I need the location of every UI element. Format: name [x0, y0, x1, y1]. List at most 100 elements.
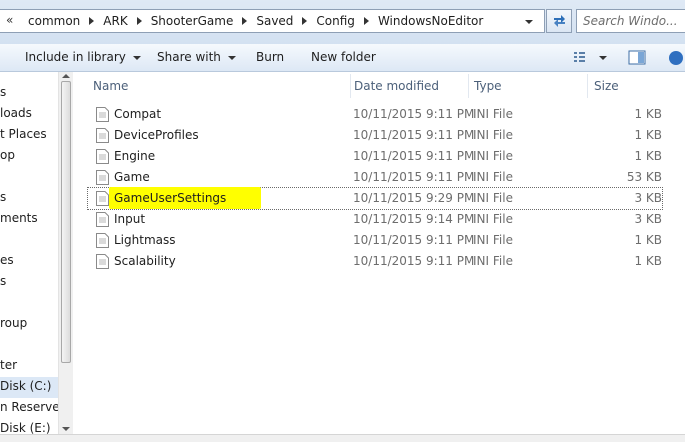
file-list: Name Date modified Type Size Compat 10/1…: [73, 72, 685, 434]
file-date-modified: 10/11/2015 9:11 PM: [353, 149, 475, 163]
ini-file-icon: [96, 128, 109, 143]
file-size: 3 KB: [634, 212, 662, 226]
file-name: DeviceProfiles: [114, 128, 199, 142]
nav-item-local-disk-e[interactable]: Disk (E:): [0, 421, 51, 434]
share-with-button[interactable]: Share with: [157, 50, 236, 64]
navigation-pane: s loads t Places op s ments es s roup te…: [0, 72, 58, 434]
file-date-modified: 10/11/2015 9:11 PM: [353, 233, 475, 247]
file-type: INI File: [473, 233, 513, 247]
nav-item-downloads[interactable]: loads: [0, 106, 32, 120]
file-date-modified: 10/11/2015 9:29 PM: [353, 191, 475, 205]
file-row[interactable]: Engine 10/11/2015 9:11 PM INI File 1 KB: [88, 146, 662, 167]
file-size: 1 KB: [634, 254, 662, 268]
breadcrumb-separator-icon[interactable]: [302, 17, 308, 25]
column-header-name[interactable]: Name: [88, 72, 350, 100]
file-size: 1 KB: [634, 128, 662, 142]
nav-scrollbar[interactable]: [58, 72, 73, 434]
breadcrumb-overflow-button[interactable]: «: [6, 13, 13, 27]
scroll-up-icon[interactable]: [62, 74, 70, 78]
file-date-modified: 10/11/2015 9:11 PM: [353, 107, 475, 121]
nav-item-documents[interactable]: ments: [0, 211, 38, 225]
file-type: INI File: [473, 149, 513, 163]
breadcrumb: common ARK ShooterGame Saved Config WindowsNo…: [28, 14, 483, 28]
ini-file-icon: [96, 149, 109, 164]
file-row-focused[interactable]: GameUserSettings 10/11/2015 9:29 PM INI …: [87, 187, 663, 210]
file-type: INI File: [473, 254, 513, 268]
chevron-down-icon: [132, 55, 141, 60]
address-bar-row: « common ARK ShooterGame Saved Config Windows…: [0, 0, 685, 44]
breadcrumb-separator-icon[interactable]: [89, 17, 95, 25]
ini-file-icon: [96, 107, 109, 122]
file-name: Engine: [114, 149, 156, 163]
include-in-library-button[interactable]: Include in library: [25, 50, 141, 64]
file-name: Scalability: [114, 254, 176, 268]
column-header-size-label: Size: [594, 79, 619, 93]
ini-file-icon: [96, 170, 109, 185]
new-folder-button[interactable]: New folder: [311, 50, 376, 64]
change-view-button[interactable]: [573, 50, 607, 67]
preview-pane-button[interactable]: [628, 50, 646, 68]
address-history-dropdown-icon[interactable]: [525, 20, 533, 24]
nav-item-desktop[interactable]: op: [0, 148, 15, 162]
include-in-library-label: Include in library: [25, 50, 126, 64]
nav-item-computer[interactable]: ter: [0, 358, 17, 372]
file-name: Compat: [114, 107, 162, 121]
file-size: 53 KB: [626, 170, 662, 184]
column-header-size[interactable]: Size: [588, 72, 678, 100]
file-size: 1 KB: [634, 107, 662, 121]
file-row[interactable]: Input 10/11/2015 9:14 PM INI File 3 KB: [88, 209, 662, 230]
file-size: 3 KB: [634, 191, 662, 205]
column-header-name-label: Name: [93, 79, 129, 93]
horizontal-scrollbar[interactable]: [0, 434, 685, 442]
view-options-icon: [574, 52, 607, 62]
breadcrumb-shootergame[interactable]: ShooterGame: [151, 14, 234, 28]
burn-button[interactable]: Burn: [256, 50, 284, 64]
column-header-type[interactable]: Type: [469, 72, 587, 100]
column-header-date-label: Date modified: [354, 79, 440, 93]
file-date-modified: 10/11/2015 9:11 PM: [353, 128, 475, 142]
breadcrumb-saved[interactable]: Saved: [256, 14, 293, 28]
nav-item-pictures[interactable]: es: [0, 253, 14, 267]
file-row[interactable]: DeviceProfiles 10/11/2015 9:11 PM INI Fi…: [88, 125, 662, 146]
search-box[interactable]: [576, 9, 685, 33]
help-icon: [669, 51, 683, 65]
search-input[interactable]: [583, 13, 683, 29]
nav-scrollbar-thumb[interactable]: [61, 81, 71, 363]
column-header-type-label: Type: [474, 79, 502, 93]
breadcrumb-separator-icon[interactable]: [242, 17, 248, 25]
file-type: INI File: [473, 191, 513, 205]
ini-file-icon: [96, 191, 109, 206]
file-size: 1 KB: [634, 233, 662, 247]
file-row[interactable]: Scalability 10/11/2015 9:11 PM INI File …: [88, 251, 662, 272]
nav-item-libraries[interactable]: s: [0, 190, 6, 204]
nav-item[interactable]: s: [0, 85, 6, 99]
file-row[interactable]: Compat 10/11/2015 9:11 PM INI File 1 KB: [88, 104, 662, 125]
breadcrumb-separator-icon[interactable]: [136, 17, 142, 25]
column-header-date[interactable]: Date modified: [351, 72, 468, 100]
breadcrumb-config[interactable]: Config: [316, 14, 355, 28]
nav-item-videos[interactable]: s: [0, 274, 6, 288]
preview-pane-icon: [628, 50, 646, 65]
refresh-button[interactable]: [546, 9, 572, 33]
file-date-modified: 10/11/2015 9:11 PM: [353, 170, 475, 184]
file-row[interactable]: Lightmass 10/11/2015 9:11 PM INI File 1 …: [88, 230, 662, 251]
nav-item-local-disk-c[interactable]: Disk (C:): [0, 377, 58, 398]
breadcrumb-windowsnoeditor[interactable]: WindowsNoEditor: [378, 14, 483, 28]
file-type: INI File: [473, 170, 513, 184]
file-date-modified: 10/11/2015 9:14 PM: [353, 212, 475, 226]
file-size: 1 KB: [634, 149, 662, 163]
nav-item-recent-places[interactable]: t Places: [0, 127, 47, 141]
refresh-icon: [554, 15, 565, 27]
help-button[interactable]: [666, 50, 685, 69]
breadcrumb-separator-icon[interactable]: [363, 17, 369, 25]
file-date-modified: 10/11/2015 9:11 PM: [353, 254, 475, 268]
address-bar[interactable]: « common ARK ShooterGame Saved Config Windows…: [0, 9, 545, 33]
scroll-down-icon[interactable]: [62, 427, 70, 431]
breadcrumb-common[interactable]: common: [28, 14, 80, 28]
breadcrumb-ark[interactable]: ARK: [103, 14, 127, 28]
nav-item-homegroup[interactable]: roup: [0, 316, 27, 330]
nav-item-system-reserved[interactable]: n Reserved: [0, 400, 58, 414]
share-with-label: Share with: [157, 50, 221, 64]
ini-file-icon: [96, 212, 109, 227]
file-row[interactable]: Game 10/11/2015 9:11 PM INI File 53 KB: [88, 167, 662, 188]
